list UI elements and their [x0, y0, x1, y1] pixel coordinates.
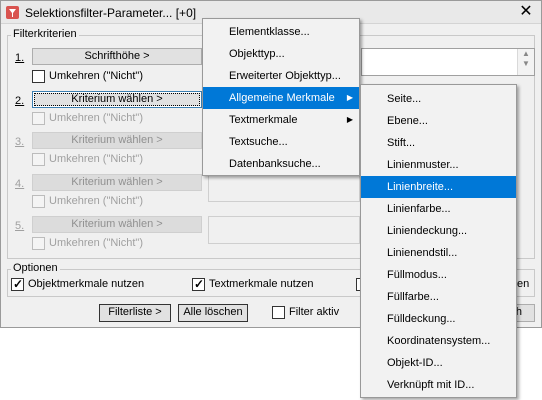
invert-5-label: Umkehren ("Nicht"): [49, 237, 143, 249]
submenu-item-objekt-id[interactable]: Objekt-ID...: [361, 352, 516, 374]
submenu-item-stift[interactable]: Stift...: [361, 132, 516, 154]
menu-item-objekttyp[interactable]: Objekttyp...: [203, 43, 359, 65]
menu-item-textmerkmale-label: Textmerkmale: [229, 114, 298, 126]
invert-4-checkbox[interactable]: [32, 195, 45, 208]
row-4-number: 4.: [15, 178, 25, 190]
spin-arrows[interactable]: ▲ ▼: [517, 49, 534, 75]
row-1-number: 1.: [15, 52, 25, 64]
criterion-1-button[interactable]: Schrifthöhe >: [32, 48, 202, 65]
submenu-item-verknuepft-mit-id[interactable]: Verknüpft mit ID...: [361, 374, 516, 396]
menu-item-elementklasse[interactable]: Elementklasse...: [203, 21, 359, 43]
criterion-4-button[interactable]: Kriterium wählen >: [32, 174, 202, 191]
submenu-item-ebene[interactable]: Ebene...: [361, 110, 516, 132]
row-3-number: 3.: [15, 136, 25, 148]
menu-item-erweiterter-objekttyp[interactable]: Erweiterter Objekttyp...: [203, 65, 359, 87]
row-5-number: 5.: [15, 220, 25, 232]
general-features-submenu: Seite... Ebene... Stift... Linienmuster.…: [360, 84, 517, 398]
submenu-item-linienendstil[interactable]: Linienendstil...: [361, 242, 516, 264]
window-title: Selektionsfilter-Parameter... [+0]: [25, 6, 197, 20]
close-icon[interactable]: ✕: [515, 2, 537, 22]
criterion-5-value-field[interactable]: [208, 216, 360, 244]
submenu-item-linienfarbe[interactable]: Linienfarbe...: [361, 198, 516, 220]
invert-4-label: Umkehren ("Nicht"): [49, 195, 143, 207]
text-features-label: Textmerkmale nutzen: [209, 278, 314, 290]
submenu-item-fuellfarbe[interactable]: Füllfarbe...: [361, 286, 516, 308]
clear-all-button[interactable]: Alle löschen: [178, 304, 248, 322]
filter-active-checkbox[interactable]: [272, 306, 285, 319]
menu-item-textsuche[interactable]: Textsuche...: [203, 131, 359, 153]
menu-item-textmerkmale[interactable]: Textmerkmale ▶: [203, 109, 359, 131]
criteria-menu: Elementklasse... Objekttyp... Erweiterte…: [202, 18, 360, 176]
invert-2-checkbox[interactable]: [32, 112, 45, 125]
criterion-1-value-field[interactable]: ▲ ▼: [361, 48, 535, 76]
text-features-checkbox[interactable]: [192, 277, 205, 291]
invert-3-label: Umkehren ("Nicht"): [49, 153, 143, 165]
submenu-item-fuellmodus[interactable]: Füllmodus...: [361, 264, 516, 286]
app-icon: [6, 6, 19, 19]
criterion-5-button[interactable]: Kriterium wählen >: [32, 216, 202, 233]
menu-item-datenbanksuche[interactable]: Datenbanksuche...: [203, 153, 359, 175]
menu-item-allgemeine-merkmale[interactable]: Allgemeine Merkmale ▶: [203, 87, 359, 109]
object-features-checkbox[interactable]: [11, 277, 24, 291]
submenu-item-linienmuster[interactable]: Linienmuster...: [361, 154, 516, 176]
submenu-item-koordinatensystem[interactable]: Koordinatensystem...: [361, 330, 516, 352]
submenu-item-liniendeckung[interactable]: Liniendeckung...: [361, 220, 516, 242]
criteria-group-label: Filterkriterien: [11, 28, 79, 40]
filter-active-label: Filter aktiv: [289, 306, 340, 318]
criterion-2-button[interactable]: Kriterium wählen >: [32, 91, 202, 108]
criterion-3-button[interactable]: Kriterium wählen >: [32, 132, 202, 149]
invert-1-checkbox[interactable]: [32, 70, 45, 83]
submenu-item-seite[interactable]: Seite...: [361, 88, 516, 110]
submenu-arrow-icon: ▶: [346, 115, 353, 124]
menu-item-allgemeine-merkmale-label: Allgemeine Merkmale: [229, 92, 335, 104]
submenu-item-fuelldeckung[interactable]: Fülldeckung...: [361, 308, 516, 330]
object-features-label: Objektmerkmale nutzen: [28, 278, 145, 290]
submenu-item-linienbreite[interactable]: Linienbreite...: [361, 176, 516, 198]
submenu-arrow-icon: ▶: [346, 93, 353, 102]
invert-1-label: Umkehren ("Nicht"): [49, 70, 143, 82]
filter-list-button[interactable]: Filterliste >: [99, 304, 171, 322]
option-3-label-partial: en: [517, 278, 530, 290]
invert-5-checkbox[interactable]: [32, 237, 45, 250]
options-group-label: Optionen: [11, 262, 60, 274]
invert-2-label: Umkehren ("Nicht"): [49, 112, 143, 124]
criterion-4-value-field[interactable]: [208, 174, 360, 202]
row-2-number: 2.: [15, 95, 25, 107]
invert-3-checkbox[interactable]: [32, 153, 45, 166]
